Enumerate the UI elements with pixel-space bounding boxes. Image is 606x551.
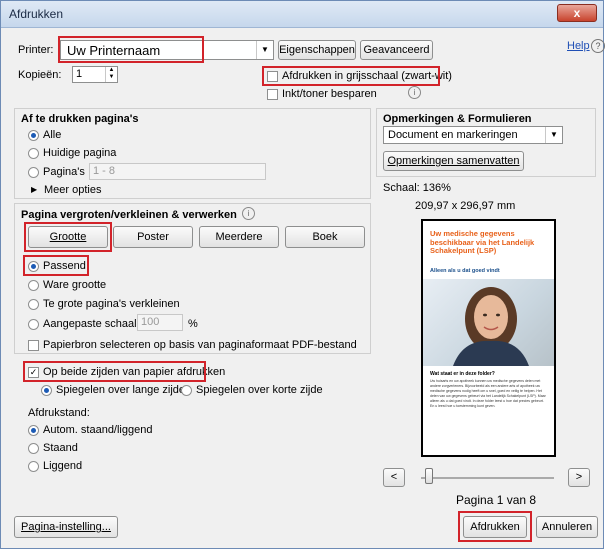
doc-photo [423, 279, 554, 366]
tab-booklet-label: Boek [312, 231, 338, 243]
tab-poster-label: Poster [137, 231, 169, 243]
previous-page-button[interactable]: < [383, 468, 405, 487]
comments-select-value: Document en markeringen [388, 129, 518, 141]
comments-heading: Opmerkingen & Formulieren [383, 113, 532, 125]
custom-scale-label: Aangepaste schaal: [43, 318, 140, 330]
save-ink-label: Inkt/toner besparen [282, 88, 377, 100]
cancel-button-label: Annuleren [541, 521, 593, 533]
doc-section-title: Wat staat er in deze folder? [430, 371, 495, 377]
grayscale-highlight [262, 66, 440, 86]
portrait-radio[interactable] [28, 443, 39, 454]
current-page-label: Huidige pagina [43, 147, 117, 159]
short-edge-label: Spiegelen over korte zijde [196, 384, 323, 396]
title-bar: Afdrukken x [1, 1, 603, 28]
custom-scale-radio[interactable] [28, 319, 39, 330]
info-icon[interactable]: i [242, 207, 255, 220]
page-setup-label: Pagina-instelling... [21, 521, 111, 533]
help-icon[interactable]: ? [591, 39, 605, 53]
chevron-right-icon: > [575, 471, 583, 483]
copies-value: 1 [76, 68, 83, 80]
expand-arrow-icon[interactable]: ▶ [31, 185, 37, 194]
page-preview: Uw medische gegevens beschikbaar via het… [421, 219, 556, 457]
properties-button-label: Eigenschappen [279, 44, 355, 56]
next-page-button[interactable]: > [568, 468, 590, 487]
tab-multiple[interactable]: Meerdere [199, 226, 279, 248]
page-info: Pagina 1 van 8 [456, 493, 537, 507]
portrait-label: Staand [43, 442, 78, 454]
long-edge-label: Spiegelen over lange zijde [56, 384, 186, 396]
tab-poster[interactable]: Poster [113, 226, 193, 248]
auto-orientation-radio[interactable] [28, 425, 39, 436]
page-dimensions: 209,97 x 296,97 mm [415, 200, 516, 212]
advanced-button-label: Geavanceerd [363, 44, 430, 56]
orientation-heading: Afdrukstand: [28, 407, 90, 419]
properties-button[interactable]: Eigenschappen [278, 40, 356, 60]
scale-readout: Schaal: 136% [383, 182, 451, 194]
auto-orientation-label: Autom. staand/liggend [43, 424, 153, 436]
tab-booklet[interactable]: Boek [285, 226, 365, 248]
copies-label: Kopieën: [18, 69, 62, 81]
landscape-radio[interactable] [28, 461, 39, 472]
short-edge-radio[interactable] [181, 385, 192, 396]
summarize-comments-label: Opmerkingen samenvatten [387, 155, 520, 167]
long-edge-radio[interactable] [41, 385, 52, 396]
page-setup-button[interactable]: Pagina-instelling... [14, 516, 118, 538]
print-highlight [458, 511, 532, 542]
size-tab-highlight [24, 222, 112, 252]
advanced-button[interactable]: Geavanceerd [360, 40, 433, 60]
pages-range-value: 1 - 8 [93, 165, 116, 177]
chevron-left-icon: < [390, 471, 398, 483]
current-page-radio[interactable] [28, 148, 39, 159]
pages-range-input[interactable]: 1 - 8 [89, 163, 266, 180]
paper-source-checkbox[interactable] [28, 340, 39, 351]
custom-scale-unit: % [188, 318, 198, 330]
custom-scale-input[interactable]: 100 [137, 314, 183, 331]
print-dialog: Afdrukken x Printer: Uw Printernaam ▼ Ei… [0, 0, 605, 549]
actual-size-label: Ware grootte [43, 279, 107, 291]
shrink-label: Te grote pagina's verkleinen [43, 298, 180, 310]
cancel-button[interactable]: Annuleren [536, 516, 598, 538]
save-ink-checkbox[interactable] [267, 89, 278, 100]
duplex-highlight [23, 361, 206, 382]
stepper-arrows-icon[interactable]: ▲ ▼ [105, 67, 117, 82]
window-title: Afdrukken [9, 7, 64, 21]
person-photo-icon [453, 287, 529, 366]
doc-body: Uw huisarts en uw apotheek kunnen uw med… [430, 379, 546, 408]
doc-title: Uw medische gegevens beschikbaar via het… [430, 229, 535, 255]
pages-range-radio[interactable] [28, 167, 39, 178]
info-icon[interactable]: i [408, 86, 421, 99]
shrink-radio[interactable] [28, 299, 39, 310]
paper-source-label: Papierbron selecteren op basis van pagin… [43, 339, 357, 351]
doc-subtitle: Alleen als u dat goed vindt [430, 268, 500, 274]
chevron-down-icon: ▼ [545, 127, 562, 143]
comments-select[interactable]: Document en markeringen ▼ [383, 126, 563, 144]
printer-label: Printer: [18, 44, 54, 56]
page-slider-track[interactable] [421, 477, 554, 479]
more-options-link[interactable]: Meer opties [44, 184, 101, 196]
copies-stepper[interactable]: 1 ▲ ▼ [72, 66, 118, 83]
pages-to-print-heading: Af te drukken pagina's [21, 113, 139, 125]
summarize-comments-button[interactable]: Opmerkingen samenvatten [383, 151, 524, 171]
landscape-label: Liggend [43, 460, 83, 472]
close-button[interactable]: x [557, 4, 597, 22]
actual-size-radio[interactable] [28, 280, 39, 291]
page-sizing-heading: Pagina vergroten/verkleinen & verwerken [21, 209, 237, 221]
custom-scale-value: 100 [141, 316, 160, 328]
pages-range-label: Pagina's [43, 166, 85, 178]
chevron-down-icon: ▼ [256, 41, 273, 59]
help-link[interactable]: Help [567, 40, 590, 52]
fit-highlight [23, 255, 89, 276]
all-pages-radio[interactable] [28, 130, 39, 141]
tab-multiple-label: Meerdere [215, 231, 263, 243]
printer-highlight [58, 36, 204, 63]
page-slider-thumb[interactable] [425, 468, 433, 484]
all-pages-label: Alle [43, 129, 62, 141]
